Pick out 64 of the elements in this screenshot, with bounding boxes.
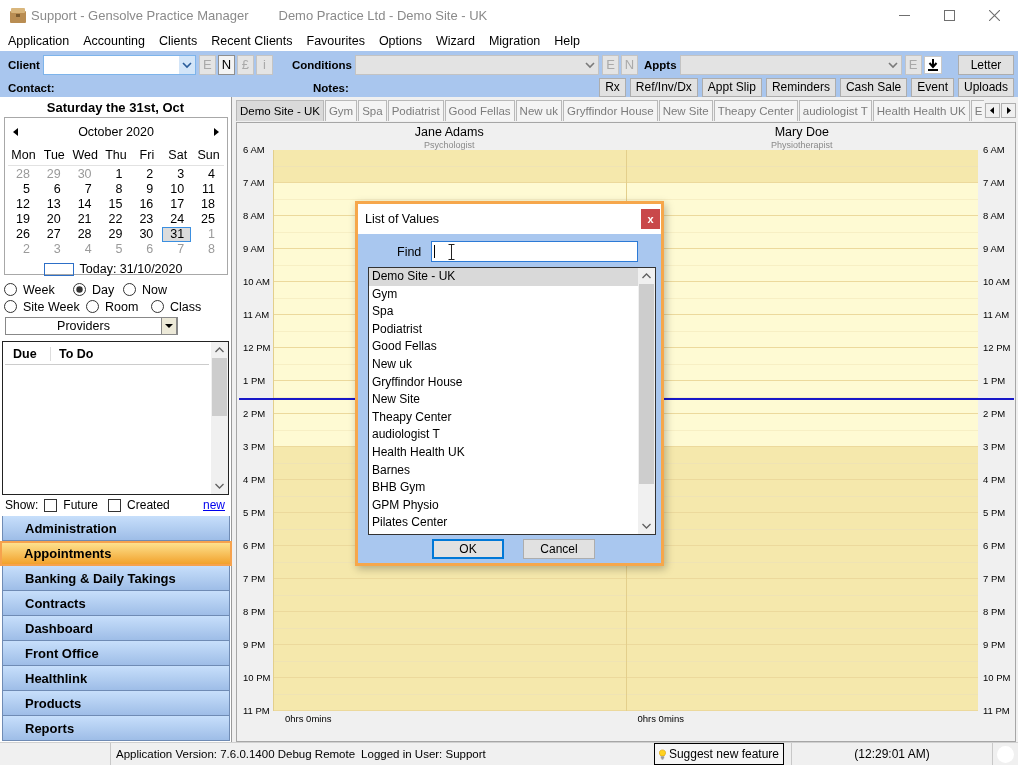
contact-label: Contact:	[8, 81, 56, 94]
time-label: 4 PM	[983, 474, 1007, 486]
time-label: 4 PM	[243, 474, 267, 486]
time-label: 3 PM	[983, 441, 1007, 453]
time-label: 2 PM	[983, 408, 1007, 420]
time-label: 10 PM	[983, 672, 1012, 684]
weekday-label: Tue	[42, 147, 66, 164]
provider-role: Physiotherapist	[770, 140, 833, 150]
time-label: 7 PM	[243, 573, 267, 585]
time-label: 8 AM	[243, 210, 266, 222]
field-label: Client	[8, 59, 40, 71]
time-label: 2 PM	[243, 408, 267, 420]
document-title: Demo Practice Ltd - Demo Site - UK	[278, 7, 488, 23]
time-label: 1 PM	[983, 375, 1007, 387]
time-label: 6 AM	[243, 144, 266, 156]
time-label: 12 PM	[983, 342, 1012, 354]
weekday-label: Wed	[71, 147, 99, 164]
time-label: 10 AM	[243, 276, 271, 288]
time-label: 5 PM	[983, 507, 1007, 519]
provider-name: Jane Adams	[414, 125, 484, 140]
time-label: 1 PM	[243, 375, 267, 387]
weekday-label: Fri	[138, 147, 156, 164]
clock-text: (12:29:01 AM)	[854, 747, 930, 761]
time-label: 9 PM	[243, 639, 267, 651]
window-title: Support - Gensolve Practice Manager	[31, 7, 249, 23]
provider-total: 0hrs 0mins	[636, 712, 685, 726]
time-label: 11 PM	[243, 705, 271, 717]
time-label: 9 PM	[983, 639, 1007, 651]
notes-label: Notes:	[313, 81, 349, 94]
time-label: 7 AM	[243, 177, 266, 189]
weekday-label: Sat	[167, 147, 189, 164]
field-label: Conditions	[291, 59, 352, 71]
time-label: 6 PM	[983, 540, 1007, 552]
time-label: 9 AM	[243, 243, 266, 255]
provider-role: Psychologist	[424, 140, 475, 150]
time-label: 12 PM	[243, 342, 272, 354]
version-text: Application Version: 7.6.0.1400 Debug Remote	[116, 748, 356, 760]
time-label: 11 AM	[243, 309, 271, 321]
time-label: 8 PM	[983, 606, 1007, 618]
dialog-title: List of Values	[365, 212, 440, 226]
time-label: 10 AM	[983, 276, 1011, 288]
time-label: 3 PM	[243, 441, 267, 453]
weekday-label: Mon	[10, 147, 37, 164]
time-label: 11 PM	[983, 705, 1011, 717]
weekday-label: Sun	[196, 147, 221, 164]
provider-total: 0hrs 0mins	[284, 712, 333, 726]
time-label: 7 PM	[983, 573, 1007, 585]
time-label: 8 AM	[983, 210, 1006, 222]
weekday-label: Thu	[104, 147, 128, 164]
field-label: Appts	[644, 59, 677, 71]
time-label: 6 AM	[983, 144, 1006, 156]
show-label: Show:	[5, 498, 39, 512]
provider-name: Mary Doe	[774, 125, 829, 140]
time-label: 11 AM	[983, 309, 1011, 321]
month-title: October 2020	[77, 125, 155, 139]
time-label: 5 PM	[243, 507, 267, 519]
find-label: Find	[397, 244, 423, 259]
time-label: 7 AM	[983, 177, 1006, 189]
time-label: 10 PM	[243, 672, 272, 684]
time-label: 6 PM	[243, 540, 267, 552]
time-label: 9 AM	[983, 243, 1006, 255]
time-label: 8 PM	[243, 606, 267, 618]
user-text: Logged in User: Support	[361, 748, 486, 760]
date-heading: Saturday the 31st, Oct	[45, 99, 186, 116]
